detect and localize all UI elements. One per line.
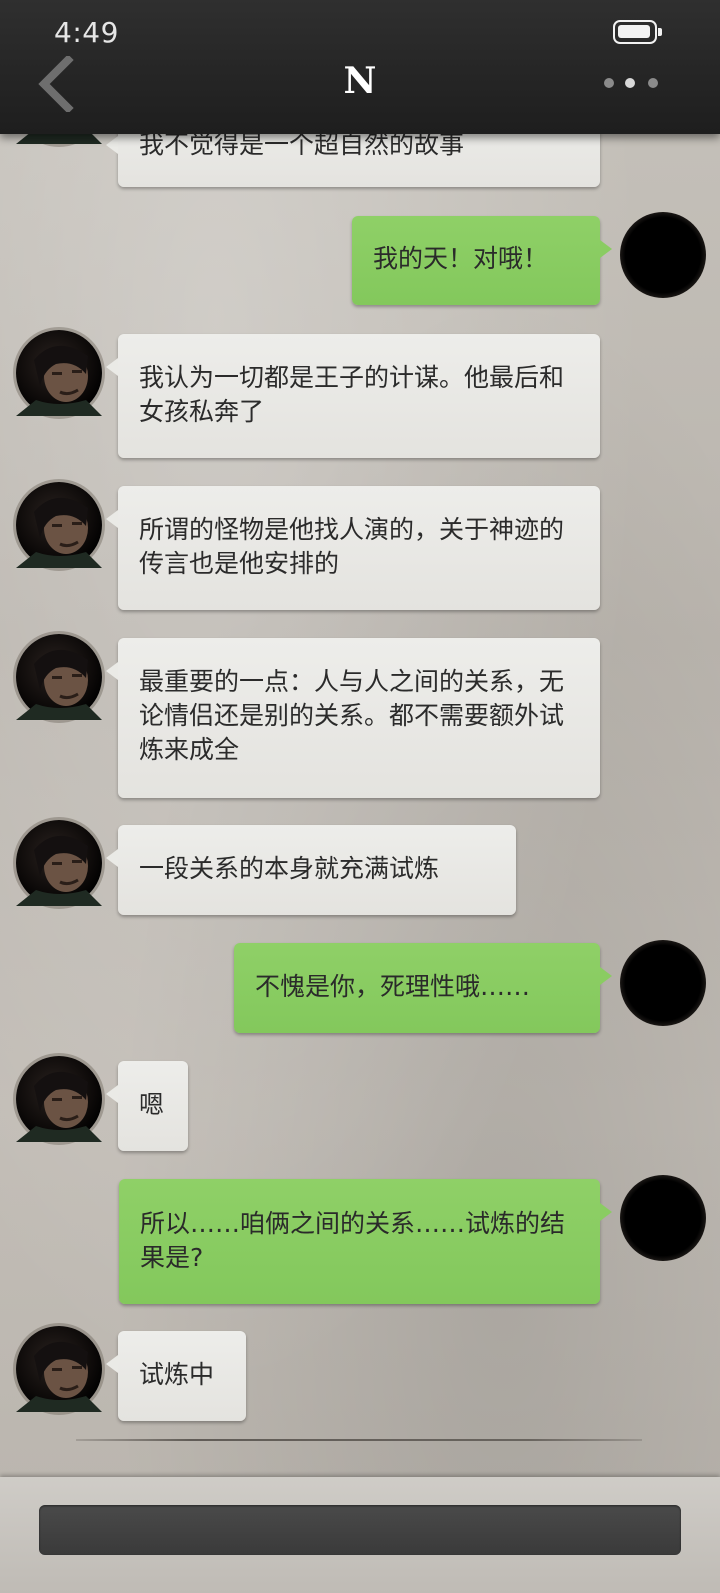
message-text: 一段关系的本身就充满试炼: [139, 854, 440, 883]
message-text: 不愧是你，死理性哦……: [255, 972, 531, 1001]
incoming-message-bubble[interactable]: 最重要的一点：人与人之间的关系，无论情侣还是别的关系。都不需要额外试炼来成全: [106, 638, 600, 798]
message-input[interactable]: [39, 1505, 681, 1555]
outgoing-message-bubble[interactable]: 我的天！对哦！: [352, 216, 612, 305]
contact-avatar[interactable]: [16, 482, 102, 568]
status-time: 4:49: [54, 16, 119, 49]
contact-avatar[interactable]: [16, 820, 102, 906]
incoming-message-bubble[interactable]: 我认为一切都是王子的计谋。他最后和女孩私奔了: [106, 334, 600, 458]
outgoing-message-bubble[interactable]: 不愧是你，死理性哦……: [234, 943, 612, 1033]
incoming-message-bubble[interactable]: 所谓的怪物是他找人演的，关于神迹的传言也是他安排的: [106, 486, 600, 610]
incoming-message-bubble[interactable]: 嗯: [106, 1061, 188, 1151]
message-text: 最重要的一点：人与人之间的关系，无论情侣还是别的关系。都不需要额外试炼来成全: [139, 667, 565, 764]
message-text: 所谓的怪物是他找人演的，关于神迹的传言也是他安排的: [139, 515, 565, 578]
message-text: 我不觉得是一个超自然的故事: [139, 130, 465, 159]
my-avatar[interactable]: [620, 212, 706, 298]
message-text: 我的天！对哦！: [373, 244, 549, 273]
message-text: 嗯: [139, 1090, 165, 1119]
typing-divider: [76, 1439, 642, 1441]
outgoing-message-bubble[interactable]: 所以……咱俩之间的关系……试炼的结果是?: [119, 1179, 612, 1304]
message-text: 试炼中: [139, 1360, 215, 1389]
my-avatar[interactable]: [620, 1175, 706, 1261]
contact-avatar[interactable]: [16, 634, 102, 720]
battery-icon: [613, 20, 662, 44]
top-bar: 4:49 N: [0, 0, 720, 134]
contact-avatar[interactable]: [16, 1056, 102, 1142]
more-options-icon[interactable]: [598, 76, 668, 90]
incoming-message-bubble[interactable]: 试炼中: [106, 1331, 246, 1421]
incoming-message-bubble[interactable]: 一段关系的本身就充满试炼: [106, 825, 516, 915]
contact-avatar[interactable]: [16, 1326, 102, 1412]
my-avatar[interactable]: [620, 940, 706, 1026]
message-text: 我认为一切都是王子的计谋。他最后和女孩私奔了: [139, 363, 565, 426]
contact-avatar[interactable]: [16, 330, 102, 416]
message-text: 所以……咱俩之间的关系……试炼的结果是?: [140, 1209, 566, 1272]
